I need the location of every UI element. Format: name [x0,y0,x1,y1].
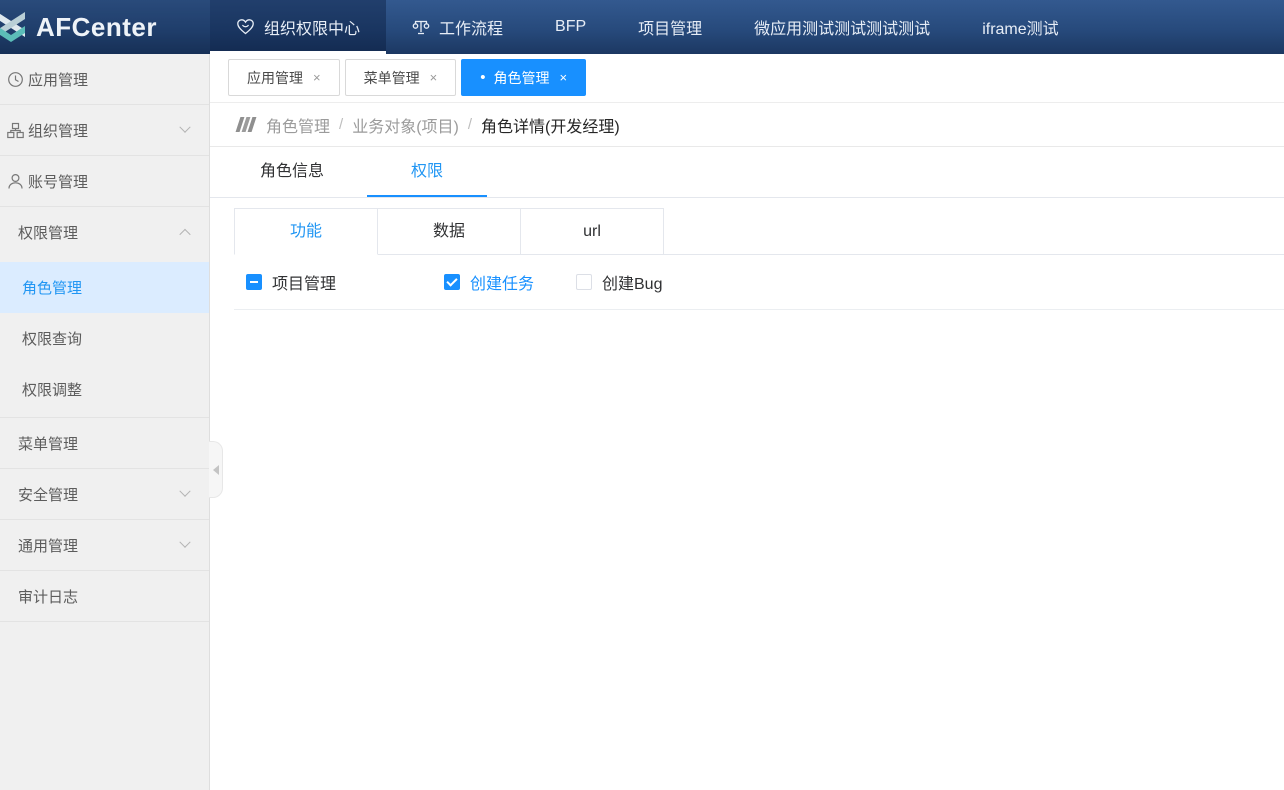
checked-checkbox[interactable] [444,274,460,290]
sidebar-item-organization-management[interactable]: 组织管理 [0,105,209,156]
perm-label[interactable]: 创建Bug [602,270,662,294]
perm-item-project-management: 项目管理 [246,270,444,294]
sidebar-item-label: 菜单管理 [18,435,79,453]
tab-permission[interactable]: 权限 [367,147,487,197]
nav-item-iframe-test[interactable]: iframe测试 [956,0,1084,54]
sidebar-item-label: 通用管理 [18,537,79,555]
chevron-down-icon [179,536,191,548]
tab-label: 应用管理 [247,69,303,86]
nav-item-label: 工作流程 [439,21,504,38]
nav-item-label: BFP [555,18,587,35]
brand-name: AFCenter [36,11,158,42]
close-icon[interactable]: × [430,70,438,85]
breadcrumb-separator: / [339,116,344,133]
tab-label: 数据 [432,223,465,240]
tab-label: 权限 [410,163,443,180]
sidebar-item-label: 账号管理 [28,173,89,191]
perm-item-create-task: 创建任务 [444,270,576,294]
tab-function[interactable]: 功能 [234,208,378,255]
sidebar-item-label: 组织管理 [28,122,89,140]
sidebar-item-label: 安全管理 [18,486,79,504]
close-icon[interactable]: × [559,70,567,85]
perm-item-create-bug: 创建Bug [576,270,662,294]
tab-url[interactable]: url [520,208,664,254]
afcenter-logo-icon [0,6,29,49]
breadcrumb: 角色管理 / 业务对象(项目) / 角色详情(开发经理) [210,103,1284,147]
layout: 应用管理 组织管理 账号管理 权限管理 角色管理 权限查询 权限调整 菜单管理 … [0,54,1284,790]
nav-item-label: 组织权限中心 [264,21,361,38]
indeterminate-checkbox[interactable] [246,274,262,290]
sidebar-item-label: 权限调整 [22,382,83,399]
breadcrumb-role-management[interactable]: 角色管理 [266,113,330,137]
permission-panel: 功能 数据 url 项目管理 创建任务 创建Bug [210,198,1284,790]
clock-icon [7,71,24,88]
sidebar-item-label: 应用管理 [28,71,89,89]
sidebar-item-permission-adjust[interactable]: 权限调整 [0,364,209,415]
chevron-down-icon [179,121,191,133]
org-icon [7,122,24,139]
nav-item-label: iframe测试 [982,21,1059,38]
active-dot-icon: • [480,69,486,86]
nav-item-workflow[interactable]: 工作流程 [386,0,529,54]
main-content: 应用管理 × 菜单管理 × • 角色管理 × 角色管理 / 业务对象(项目) /… [210,54,1284,790]
breadcrumb-separator: / [467,116,473,133]
user-icon [7,173,24,190]
nav-item-microapp-test[interactable]: 微应用测试测试测试测试 [728,0,956,54]
tab-label: 角色管理 [493,69,550,86]
brand[interactable]: AFCenter [0,0,210,54]
slanted-bars-icon [235,117,257,132]
top-navbar: AFCenter 组织权限中心 工作流程 BFP 项目管理 微应用测试测试测试测… [0,0,1284,54]
open-tabs-bar: 应用管理 × 菜单管理 × • 角色管理 × [210,54,1284,103]
sidebar-collapse-handle[interactable] [209,441,223,498]
breadcrumb-role-detail: 角色详情(开发经理) [481,118,620,136]
collapse-left-arrow-icon [212,464,219,475]
chevron-down-icon [179,485,191,497]
perm-label[interactable]: 项目管理 [272,270,336,294]
nav-item-org-permission-center[interactable]: 组织权限中心 [210,0,387,54]
sidebar-item-menu-management[interactable]: 菜单管理 [0,418,209,469]
nav-item-label: 微应用测试测试测试测试 [754,21,931,38]
tab-label: url [583,223,601,240]
sidebar-item-audit-log[interactable]: 审计日志 [0,571,209,622]
chevron-up-icon [179,228,191,240]
sidebar-item-label: 角色管理 [22,280,83,297]
nav-item-label: 项目管理 [638,21,703,38]
tab-label: 角色信息 [259,163,324,180]
tab-role-management[interactable]: • 角色管理 × [461,59,587,96]
tab-data[interactable]: 数据 [377,208,521,254]
sidebar-item-role-management[interactable]: 角色管理 [0,262,209,313]
sidebar-item-permission-management[interactable]: 权限管理 [0,207,209,258]
permission-type-tabs: 功能 数据 url [234,208,1284,255]
sidebar-item-general-management[interactable]: 通用管理 [0,520,209,571]
close-icon[interactable]: × [313,70,321,85]
breadcrumb-business-object[interactable]: 业务对象(项目) [352,113,459,137]
workflow-icon [412,18,430,36]
top-nav-menu: 组织权限中心 工作流程 BFP 项目管理 微应用测试测试测试测试 iframe测… [210,0,1085,54]
tab-label: 菜单管理 [363,69,420,86]
sidebar-item-label: 审计日志 [18,588,79,606]
tab-menu-management[interactable]: 菜单管理 × [344,59,457,96]
heart-face-icon [236,18,255,36]
nav-item-bfp[interactable]: BFP [529,0,612,54]
function-permission-row: 项目管理 创建任务 创建Bug [234,255,1284,310]
sidebar: 应用管理 组织管理 账号管理 权限管理 角色管理 权限查询 权限调整 菜单管理 … [0,54,210,790]
perm-label[interactable]: 创建任务 [470,270,534,294]
sidebar-item-security-management[interactable]: 安全管理 [0,469,209,520]
sidebar-item-account-management[interactable]: 账号管理 [0,156,209,207]
sidebar-item-label: 权限查询 [22,331,83,348]
sidebar-item-label: 权限管理 [18,225,79,242]
role-detail-tabs: 角色信息 权限 [210,147,1284,198]
permission-submenu: 角色管理 权限查询 权限调整 [0,258,209,418]
sidebar-item-app-management[interactable]: 应用管理 [0,54,209,105]
tab-label: 功能 [289,223,322,240]
tab-role-info[interactable]: 角色信息 [232,147,352,197]
nav-item-project-management[interactable]: 项目管理 [612,0,728,54]
tab-app-management[interactable]: 应用管理 × [228,59,340,96]
unchecked-checkbox[interactable] [576,274,592,290]
sidebar-item-permission-query[interactable]: 权限查询 [0,313,209,364]
